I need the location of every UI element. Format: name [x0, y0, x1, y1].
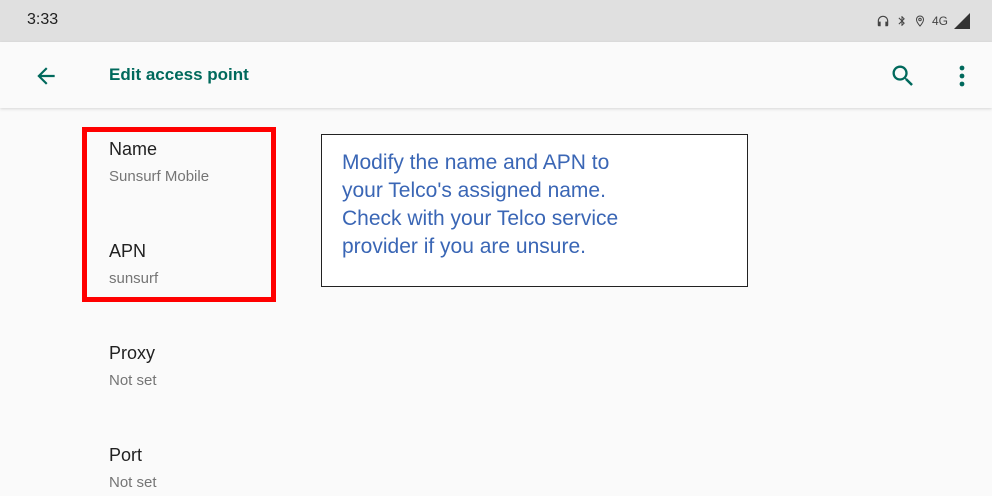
pref-title: Port: [109, 445, 143, 465]
status-icons: 4G: [876, 10, 970, 32]
pref-item-proxy[interactable]: Proxy Not set: [109, 343, 409, 423]
back-arrow-icon: [33, 67, 59, 93]
pref-summary: Sunsurf Mobile: [109, 168, 210, 185]
pref-summary: Not set: [109, 372, 157, 389]
headset-icon: [876, 14, 890, 28]
app-bar: Edit access point: [0, 42, 992, 108]
signal-icon: [954, 13, 970, 29]
pref-title: Name: [109, 139, 158, 159]
pref-summary: Not set: [109, 474, 157, 491]
more-vert-icon: [950, 65, 974, 94]
more-options-button[interactable]: [950, 62, 974, 90]
pref-item-port[interactable]: Port Not set: [109, 445, 409, 496]
back-button[interactable]: [33, 63, 59, 89]
callout-text: Modify the name and APN to your Telco's …: [342, 151, 619, 258]
bluetooth-icon: [896, 14, 908, 28]
pref-title: APN: [109, 241, 147, 261]
status-bar: 3:33 4G: [0, 0, 992, 42]
search-button[interactable]: [889, 62, 917, 90]
status-time: 3:33: [27, 11, 59, 28]
search-icon: [889, 65, 917, 94]
pref-title: Proxy: [109, 343, 156, 363]
callout-box: Modify the name and APN to your Telco's …: [321, 134, 748, 287]
pref-summary: sunsurf: [109, 270, 159, 287]
page-title: Edit access point: [109, 65, 249, 84]
network-type-label: 4G: [931, 14, 948, 28]
location-icon: [914, 14, 926, 28]
